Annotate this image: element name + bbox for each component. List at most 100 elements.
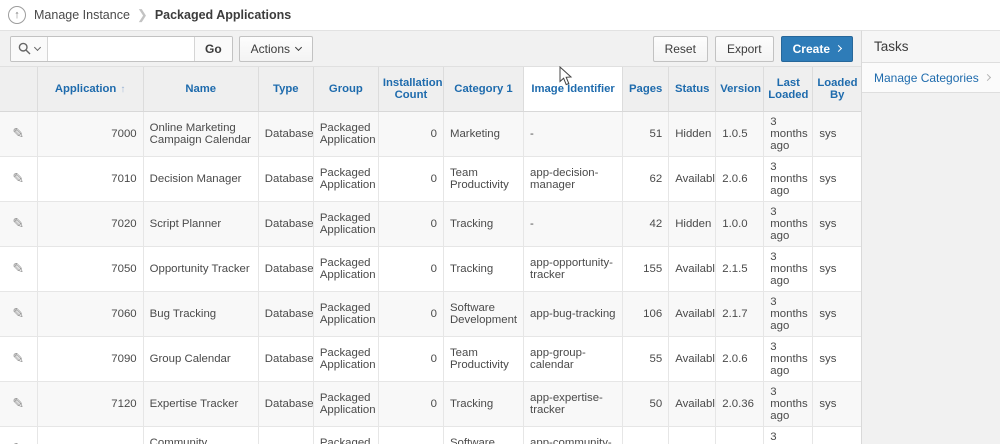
cell-group: Packaged Application: [313, 156, 379, 202]
cell-application: 7130: [37, 426, 144, 444]
cell-category_1: Team Productivity: [443, 336, 525, 382]
search-icon: [18, 42, 31, 55]
cell-category_1: Tracking: [443, 381, 525, 427]
cell-pages: 50: [622, 381, 670, 427]
column-header-group[interactable]: Group: [313, 67, 379, 112]
actions-button-label: Actions: [250, 41, 291, 56]
table-row: ✎ 7130Community RequestsDatabasePackaged …: [0, 426, 861, 444]
task-item-manage-categories[interactable]: Manage Categories: [862, 63, 1000, 93]
column-header-label: Loaded By: [817, 76, 858, 101]
column-header-edit[interactable]: [0, 67, 38, 112]
nav-up-icon[interactable]: ↑: [8, 6, 26, 24]
table-header-row: Application ↑ Name Type Group Installation Co…: [0, 67, 861, 112]
cell-last_loaded: 3 months ago: [763, 291, 814, 337]
cell-installation_count: 0: [378, 246, 444, 292]
search-column-selector[interactable]: [11, 36, 48, 61]
edit-pencil-icon[interactable]: ✎: [12, 440, 24, 444]
column-header-installation_count[interactable]: Installation Count: [378, 67, 444, 112]
cell-name: Opportunity Tracker: [143, 246, 259, 292]
cell-category_1: Software Development: [443, 426, 525, 444]
breadcrumb-manage-instance[interactable]: Manage Instance: [34, 8, 130, 22]
cell-image_identifier: app-expertise-tracker: [523, 381, 624, 427]
cell-installation_count: 0: [378, 381, 444, 427]
reset-button[interactable]: Reset: [652, 35, 708, 62]
chevron-right-icon: [983, 73, 992, 82]
cell-version: 2.1.5: [715, 246, 765, 292]
cell-version: 2.1.7: [715, 291, 765, 337]
column-header-type[interactable]: Type: [258, 67, 314, 112]
cell-version: 1.0.5: [715, 111, 765, 157]
edit-pencil-icon[interactable]: ✎: [12, 170, 24, 187]
column-header-label: Installation Count: [382, 76, 443, 101]
cell-loaded_by: sys: [812, 111, 861, 157]
cell-status: Available: [668, 426, 717, 444]
cell-last_loaded: 3 months ago: [763, 201, 814, 247]
cell-group: Packaged Application: [313, 336, 379, 382]
task-item-label: Manage Categories: [874, 70, 979, 85]
cell-application: 7090: [37, 336, 144, 382]
column-header-image_identifier[interactable]: Image Identifier: [523, 67, 624, 112]
cell-version: 1.0.0: [715, 201, 765, 247]
column-header-category_1[interactable]: Category 1: [443, 67, 525, 112]
cell-pages: 62: [622, 156, 670, 202]
column-header-label: Pages: [629, 82, 663, 95]
column-header-pages[interactable]: Pages: [622, 67, 670, 112]
cell-category_1: Marketing: [443, 111, 525, 157]
edit-pencil-icon[interactable]: ✎: [12, 305, 24, 322]
cell-status: Available: [668, 336, 717, 382]
go-button[interactable]: Go: [194, 36, 232, 61]
cell-pages: 155: [622, 246, 670, 292]
cell-group: Packaged Application: [313, 201, 379, 247]
cell-status: Available: [668, 291, 717, 337]
export-button[interactable]: Export: [714, 35, 774, 62]
column-header-status[interactable]: Status: [668, 67, 717, 112]
cell-last_loaded: 3 months ago: [763, 111, 814, 157]
column-header-label: Status: [674, 82, 710, 95]
cell-image_identifier: app-community-requests: [523, 426, 624, 444]
create-button[interactable]: Create: [780, 35, 853, 62]
table-row: ✎ 7010 Decision Manager Database Packaged Ap…: [0, 156, 861, 202]
cell-pages: 51: [622, 111, 670, 157]
edit-pencil-icon[interactable]: ✎: [12, 215, 24, 232]
report-region: Go Actions Reset Export Create Applicati…: [0, 30, 861, 444]
create-button-label: Create: [792, 41, 830, 56]
sort-ascending-icon: ↑: [120, 83, 126, 95]
breadcrumb: ↑ Manage Instance ❯ Packaged Application…: [0, 0, 1000, 30]
cell-type: Database: [258, 381, 314, 427]
cell-status: Hidden: [668, 111, 717, 157]
edit-pencil-icon[interactable]: ✎: [12, 350, 24, 367]
cell-installation_count: 0: [378, 291, 444, 337]
breadcrumb-current-page: Packaged Applications: [154, 8, 292, 22]
cell-application: 7010: [37, 156, 144, 202]
column-header-name[interactable]: Name: [143, 67, 259, 112]
toolbar-right-buttons: Reset Export Create: [652, 35, 853, 62]
column-header-application[interactable]: Application ↑: [37, 67, 144, 112]
actions-button[interactable]: Actions: [238, 35, 314, 62]
cell-group: Packaged Application: [313, 246, 379, 292]
cell-category_1: Tracking: [443, 201, 525, 247]
column-header-last_loaded[interactable]: Last Loaded: [763, 67, 814, 112]
cell-type: Database: [258, 336, 314, 382]
table-row: ✎ 7090 Group Calendar Database Packaged Appl…: [0, 336, 861, 382]
cell-category_1: Tracking: [443, 246, 525, 292]
column-header-version[interactable]: Version: [715, 67, 765, 112]
cell-last_loaded: 3 months ago: [763, 381, 814, 427]
chevron-down-icon: [294, 43, 303, 51]
cell-group: Packaged Application: [313, 111, 379, 157]
column-header-label: Type: [273, 82, 299, 95]
column-header-label: Name: [185, 82, 217, 95]
edit-pencil-icon[interactable]: ✎: [12, 395, 24, 412]
cell-application: 7000: [37, 111, 144, 157]
cell-status: Available: [668, 246, 717, 292]
cell-image_identifier: app-bug-tracking: [523, 291, 624, 337]
search-input[interactable]: [48, 36, 194, 61]
edit-pencil-icon[interactable]: ✎: [12, 125, 24, 142]
column-header-loaded_by[interactable]: Loaded By: [812, 67, 861, 112]
cell-installation_count: 0: [378, 111, 444, 157]
cell-image_identifier: app-group-calendar: [523, 336, 624, 382]
cell-installation_count: 0: [378, 201, 444, 247]
edit-pencil-icon[interactable]: ✎: [12, 260, 24, 277]
cell-group: Packaged Application: [313, 426, 379, 444]
cell-name: Script Planner: [143, 201, 259, 247]
cell-installation_count: 0: [378, 426, 444, 444]
